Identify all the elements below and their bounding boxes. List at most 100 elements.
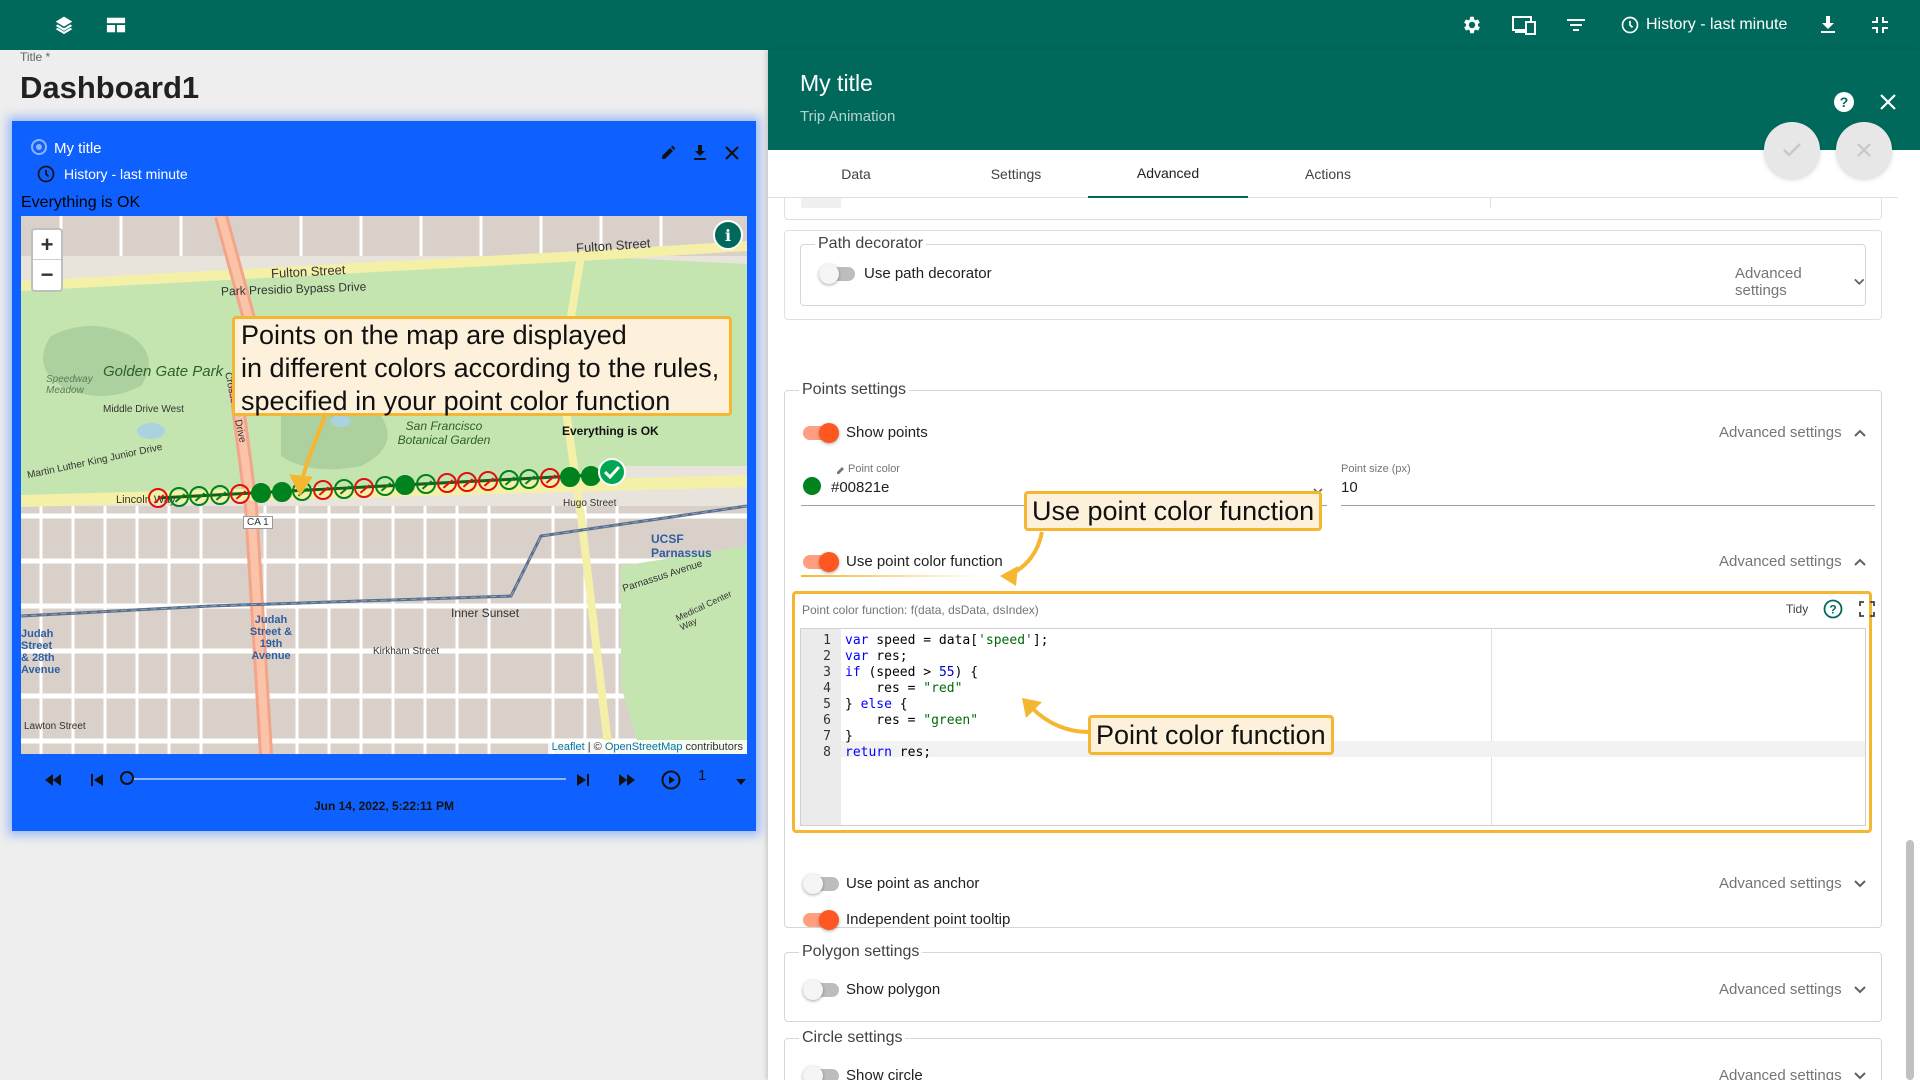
code-line: 6 res = "green" <box>801 713 978 729</box>
track-point[interactable] <box>498 470 519 491</box>
tab-settings[interactable]: Settings <box>936 150 1096 198</box>
leaflet-link[interactable]: Leaflet <box>552 741 585 753</box>
code-text: } else { <box>845 697 908 712</box>
attribution-separator: | © <box>584 741 605 753</box>
path-decorator-label: Use path decorator <box>864 265 992 282</box>
filter-icon[interactable] <box>1564 13 1588 37</box>
circle-settings-group: Circle settings Show circle Advanced set… <box>784 1029 1882 1080</box>
play-circle-icon[interactable] <box>660 769 682 791</box>
advanced-settings-content: Path decorator Use path decorator Advanc… <box>768 198 1898 1080</box>
widget-settings-panel: My title Trip Animation ? Data Settings … <box>768 50 1920 1080</box>
map-info-icon[interactable]: i <box>713 220 743 250</box>
dashboard-layout-icon[interactable] <box>104 13 128 37</box>
title-field-label: Title * <box>20 50 51 64</box>
use-point-as-anchor-toggle[interactable] <box>803 874 839 894</box>
track-point[interactable] <box>436 473 457 494</box>
chevron-up-icon <box>1853 558 1866 566</box>
tab-actions[interactable]: Actions <box>1248 150 1408 198</box>
help-icon[interactable]: ? <box>1832 90 1856 114</box>
track-point[interactable] <box>148 488 168 508</box>
show-points-label: Show points <box>846 424 928 441</box>
use-point-color-function-advanced[interactable]: Advanced settings <box>1719 553 1866 570</box>
edit-pencil-icon[interactable] <box>658 143 678 163</box>
point-color-value[interactable]: #00821e <box>831 479 889 496</box>
map-label-middle-drive: Middle Drive West <box>103 404 184 415</box>
show-polygon-label: Show polygon <box>846 981 941 998</box>
track-point[interactable] <box>539 468 560 489</box>
color-picker-icon <box>837 467 844 474</box>
track-point[interactable] <box>209 484 230 505</box>
path-decorator-advanced[interactable]: Advanced settings <box>1735 265 1865 299</box>
track-point[interactable] <box>477 471 498 492</box>
skip-next-icon[interactable] <box>572 769 594 791</box>
circle-advanced[interactable]: Advanced settings <box>1719 1067 1866 1080</box>
line-number: 3 <box>823 665 831 680</box>
points-settings-legend: Points settings <box>799 381 910 399</box>
track-point[interactable] <box>189 485 210 506</box>
fullscreen-icon[interactable] <box>1859 601 1875 622</box>
point-color-field-label: Point color <box>835 463 900 475</box>
show-points-toggle[interactable] <box>803 423 839 443</box>
history-label: History - last minute <box>1646 16 1788 33</box>
download-icon[interactable] <box>1816 13 1840 37</box>
playback-timestamp: Jun 14, 2022, 5:22:11 PM <box>313 799 455 813</box>
osm-link[interactable]: OpenStreetMap <box>605 741 683 753</box>
zoom-control: + − <box>31 228 63 292</box>
tidy-button[interactable]: Tidy <box>1780 598 1814 620</box>
function-help-icon[interactable]: ? <box>1823 599 1843 624</box>
code-line: 8 return res; <box>801 745 931 761</box>
skip-previous-icon[interactable] <box>86 769 108 791</box>
use-point-as-anchor-advanced[interactable]: Advanced settings <box>1719 875 1866 892</box>
layers-icon[interactable] <box>52 13 76 37</box>
speed-dropdown-icon[interactable] <box>730 771 752 793</box>
show-points-advanced[interactable]: Advanced settings <box>1719 424 1866 441</box>
timeline-slider-thumb[interactable] <box>120 771 134 785</box>
current-position-check-icon[interactable] <box>598 458 626 486</box>
widget-download-icon[interactable] <box>690 143 710 163</box>
history-timewindow-button[interactable]: History - last minute <box>1620 13 1787 37</box>
toggle-highlight-underline <box>801 575 981 577</box>
svg-text:?: ? <box>1840 94 1849 110</box>
code-line: 2 var res; <box>801 649 907 665</box>
panel-scrollbar[interactable] <box>1906 840 1914 1080</box>
clock-icon <box>1621 16 1639 34</box>
trip-map[interactable]: Fulton Street Fulton Street Park Presidi… <box>21 216 747 754</box>
panel-close-icon[interactable] <box>1876 90 1900 114</box>
timeline-track[interactable] <box>126 778 566 780</box>
zoom-in-button[interactable]: + <box>33 230 61 260</box>
tab-advanced[interactable]: Advanced <box>1088 150 1248 198</box>
widget-timewindow[interactable]: History - last minute <box>36 164 188 184</box>
independent-point-tooltip-label: Independent point tooltip <box>846 911 1011 928</box>
fast-rewind-icon[interactable] <box>42 769 64 791</box>
track-point[interactable] <box>354 477 375 498</box>
line-number: 7 <box>823 729 831 744</box>
speed-select-value[interactable]: 1 <box>698 767 706 784</box>
dashboard-title-input[interactable]: Dashboard1 <box>20 70 199 106</box>
clock-icon <box>37 165 55 183</box>
path-decorator-toggle[interactable] <box>819 264 855 284</box>
map-label-hugo: Hugo Street <box>563 498 617 509</box>
tab-data[interactable]: Data <box>776 150 936 198</box>
map-label-judah-28th: Judah Street & 28th Avenue <box>21 628 61 676</box>
zoom-out-button[interactable]: − <box>33 260 61 290</box>
point-size-input[interactable]: 10 <box>1341 479 1358 496</box>
map-attribution: Leaflet | © OpenStreetMap contributors <box>547 740 747 754</box>
panel-tabs: Data Settings Advanced Actions <box>768 150 1898 198</box>
widget-close-icon[interactable] <box>722 143 742 163</box>
fast-forward-icon[interactable] <box>616 769 638 791</box>
previous-section-gutter <box>801 198 841 208</box>
independent-point-tooltip-toggle[interactable] <box>803 910 839 930</box>
point-color-swatch[interactable] <box>803 477 821 495</box>
exit-fullscreen-icon[interactable] <box>1868 13 1892 37</box>
devices-icon[interactable] <box>1512 13 1536 37</box>
track-point[interactable] <box>168 486 189 507</box>
show-circle-toggle[interactable] <box>803 1066 839 1080</box>
show-polygon-toggle[interactable] <box>803 980 839 1000</box>
map-label-ca1: CA 1 <box>243 516 273 529</box>
use-point-color-function-toggle[interactable] <box>803 552 839 572</box>
polygon-advanced[interactable]: Advanced settings <box>1719 981 1866 998</box>
settings-gear-icon[interactable] <box>1460 13 1484 37</box>
code-text: } <box>845 729 853 744</box>
track-point[interactable] <box>251 482 272 503</box>
code-line: 7} <box>801 729 853 745</box>
